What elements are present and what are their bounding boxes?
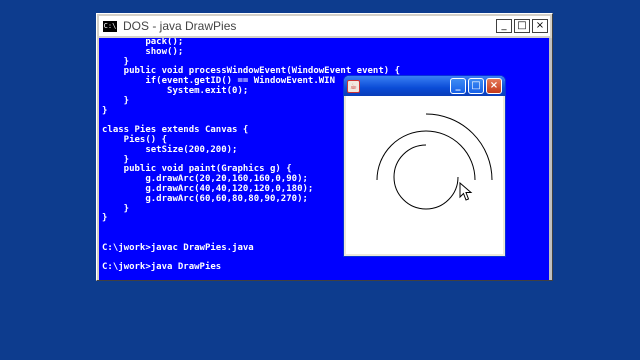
dos-titlebar[interactable]: C:\ DOS - java DrawPies _ □ ×	[99, 16, 550, 36]
dos-close-button[interactable]: ×	[532, 19, 548, 33]
frame-close-button[interactable]: ×	[486, 78, 502, 94]
frame-minimize-button[interactable]: _	[450, 78, 466, 94]
drawpies-titlebar[interactable]: ☕ _ □ ×	[344, 76, 505, 96]
arc-small	[393, 144, 459, 210]
java-icon[interactable]: ☕	[347, 79, 360, 93]
arc-large	[425, 113, 493, 181]
console-icon[interactable]: C:\	[103, 20, 117, 32]
drawpies-frame[interactable]: ☕ _ □ ×	[343, 75, 506, 257]
mouse-pointer-icon	[459, 182, 473, 201]
pies-canvas	[346, 96, 503, 254]
dos-minimize-button[interactable]: _	[496, 19, 512, 33]
frame-maximize-button[interactable]: □	[468, 78, 484, 94]
arcs-drawing	[376, 113, 493, 210]
console-scrollbar[interactable]	[549, 38, 552, 280]
dos-maximize-button[interactable]: □	[514, 19, 530, 33]
arc-medium	[376, 130, 476, 181]
dos-window-title: DOS - java DrawPies	[123, 19, 237, 33]
